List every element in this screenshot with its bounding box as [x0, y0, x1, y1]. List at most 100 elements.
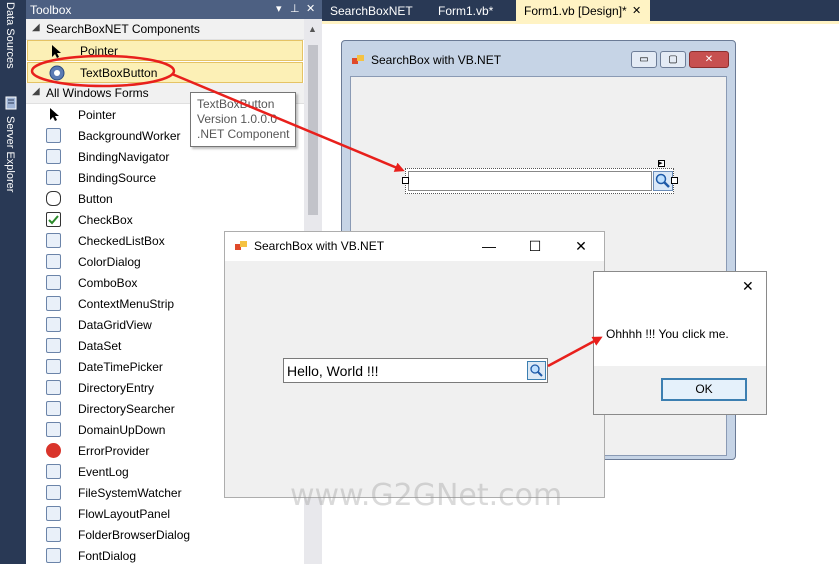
pointer-icon [52, 45, 61, 58]
magnifier-icon [655, 173, 670, 188]
toolbox-title-bar: Toolbox ▾ ⊥ ✕ [26, 0, 322, 19]
minimize-button[interactable]: — [466, 234, 512, 260]
message-box[interactable]: ✕ Ohhhh !!! You click me. OK [593, 271, 767, 415]
scroll-thumb[interactable] [308, 45, 318, 215]
pin-icon[interactable]: ⊥ [290, 2, 300, 15]
server-explorer-tab[interactable]: Server Explorer [2, 96, 20, 206]
tab-form1-design[interactable]: Form1.vb [Design]* ✕ [516, 0, 650, 22]
toolbox-item-label: CheckedListBox [78, 234, 165, 248]
toolbox-item-label: TextBoxButton [80, 66, 158, 80]
resize-handle[interactable] [402, 177, 409, 184]
toolbox-item-pointer-custom[interactable]: Pointer [27, 40, 303, 61]
gear-icon [49, 65, 65, 81]
toolbox-item-button[interactable]: Button [26, 188, 304, 209]
toolbox-item-label: ComboBox [78, 276, 138, 290]
designer-textbox[interactable] [408, 171, 652, 191]
checked-list-icon [46, 233, 61, 248]
category-searchboxnet[interactable]: ◢ SearchBoxNET Components [26, 19, 304, 40]
toolbox-item-label: ContextMenuStrip [78, 297, 175, 311]
minimize-button[interactable]: ▭ [631, 51, 657, 68]
resize-handle[interactable] [671, 177, 678, 184]
calendar-icon [46, 359, 61, 374]
running-form-titlebar: SearchBox with VB.NET — ☐ ✕ [225, 232, 604, 261]
designer-textboxbutton[interactable]: ▸ [402, 160, 678, 194]
message-text: Ohhhh !!! You click me. [606, 327, 729, 341]
toolbox-item-label: FileSystemWatcher [78, 486, 182, 500]
toolbox-item-label: DirectoryEntry [78, 381, 155, 395]
toolbox-item-label: Button [78, 192, 113, 206]
document-tabs: SearchBoxNET Form1.vb* Form1.vb [Design]… [322, 0, 839, 22]
tooltip-name: TextBoxButton [197, 97, 275, 111]
toolbox-item-label: DateTimePicker [78, 360, 163, 374]
font-icon [46, 548, 61, 563]
toolbox-item-flowlayoutpanel[interactable]: FlowLayoutPanel [26, 503, 304, 524]
eventlog-icon [46, 464, 61, 479]
tab-close-icon[interactable]: ✕ [632, 4, 641, 17]
toolbox-item-label: ColorDialog [78, 255, 141, 269]
toolbox-item-fontdialog[interactable]: FontDialog [26, 545, 304, 564]
checkbox-icon [46, 212, 61, 227]
close-button[interactable]: ✕ [689, 51, 729, 68]
maximize-icon: ▢ [668, 54, 678, 65]
dataset-icon [46, 338, 61, 353]
binding-icon [46, 170, 61, 185]
tab-label: Form1.vb [Design]* [524, 4, 627, 18]
tooltip-version: Version 1.0.0.0 [197, 112, 278, 126]
message-box-footer: OK [594, 366, 766, 414]
navigator-icon [46, 149, 61, 164]
tab-label: SearchBoxNET [330, 4, 413, 18]
gears-icon [46, 128, 61, 143]
search-textbox-value[interactable]: Hello, World !!! [287, 363, 379, 379]
side-tab-strip: Data Sources Server Explorer [0, 0, 22, 564]
data-sources-tab[interactable]: Data Sources [2, 2, 20, 92]
app-icon [352, 55, 364, 64]
toolbox-item-folderbrowserdialog[interactable]: FolderBrowserDialog [26, 524, 304, 545]
search-button[interactable] [527, 361, 546, 380]
designer-search-button[interactable] [653, 171, 673, 191]
toolbox-item-label: FontDialog [78, 549, 137, 563]
flowpanel-icon [46, 506, 61, 521]
toolbox-item-label: ErrorProvider [78, 444, 150, 458]
toolbox-item-label: Pointer [80, 44, 119, 58]
toolbox-item-bindingsource[interactable]: BindingSource [26, 167, 304, 188]
collapse-triangle-icon: ◢ [32, 22, 40, 33]
toolbox-item-bindingnavigator[interactable]: BindingNavigator [26, 146, 304, 167]
close-icon[interactable]: ✕ [742, 278, 754, 295]
minimize-icon: ▭ [639, 54, 649, 65]
watcher-icon [46, 485, 61, 500]
toolbox-item-label: BackgroundWorker [78, 129, 181, 143]
category-label: SearchBoxNET Components [46, 22, 200, 36]
folder-icon [46, 527, 61, 542]
data-sources-label: Data Sources [4, 2, 16, 69]
server-icon [5, 96, 17, 110]
server-explorer-label: Server Explorer [4, 116, 16, 193]
smart-tag-icon[interactable]: ▸ [658, 160, 665, 167]
scroll-up-icon[interactable]: ▲ [308, 24, 317, 34]
maximize-button[interactable]: ☐ [512, 234, 558, 260]
toolbox-item-checkbox[interactable]: CheckBox [26, 209, 304, 230]
tab-form1-vb[interactable]: Form1.vb* [430, 0, 516, 22]
magnifier-icon [530, 364, 543, 377]
toolbox-item-label: CheckBox [78, 213, 133, 227]
toolbox-item-label: EventLog [78, 465, 129, 479]
updown-icon [46, 422, 61, 437]
toolbox-item-label: DirectorySearcher [78, 402, 175, 416]
toolbox-item-textboxbutton[interactable]: TextBoxButton [27, 62, 303, 83]
error-icon [46, 443, 61, 458]
toolbox-close-icon[interactable]: ✕ [306, 2, 315, 15]
toolbox-item-label: DomainUpDown [78, 423, 166, 437]
app-icon [235, 241, 247, 250]
maximize-button[interactable]: ▢ [660, 51, 686, 68]
running-textboxbutton[interactable]: Hello, World !!! [283, 358, 548, 383]
close-button[interactable]: ✕ [558, 234, 604, 260]
toolbox-title: Toolbox [30, 3, 72, 17]
toolbox-item-label: Pointer [78, 108, 117, 122]
toolbox-dropdown-icon[interactable]: ▾ [276, 2, 282, 15]
toolbox-item-label: DataGridView [78, 318, 152, 332]
collapse-triangle-icon: ◢ [32, 86, 40, 97]
toolbox-item-label: BindingNavigator [78, 150, 170, 164]
toolbox-item-label: FolderBrowserDialog [78, 528, 191, 542]
running-form-title: SearchBox with VB.NET [254, 239, 385, 253]
tab-searchboxnet[interactable]: SearchBoxNET [322, 0, 430, 22]
ok-button[interactable]: OK [661, 378, 747, 401]
